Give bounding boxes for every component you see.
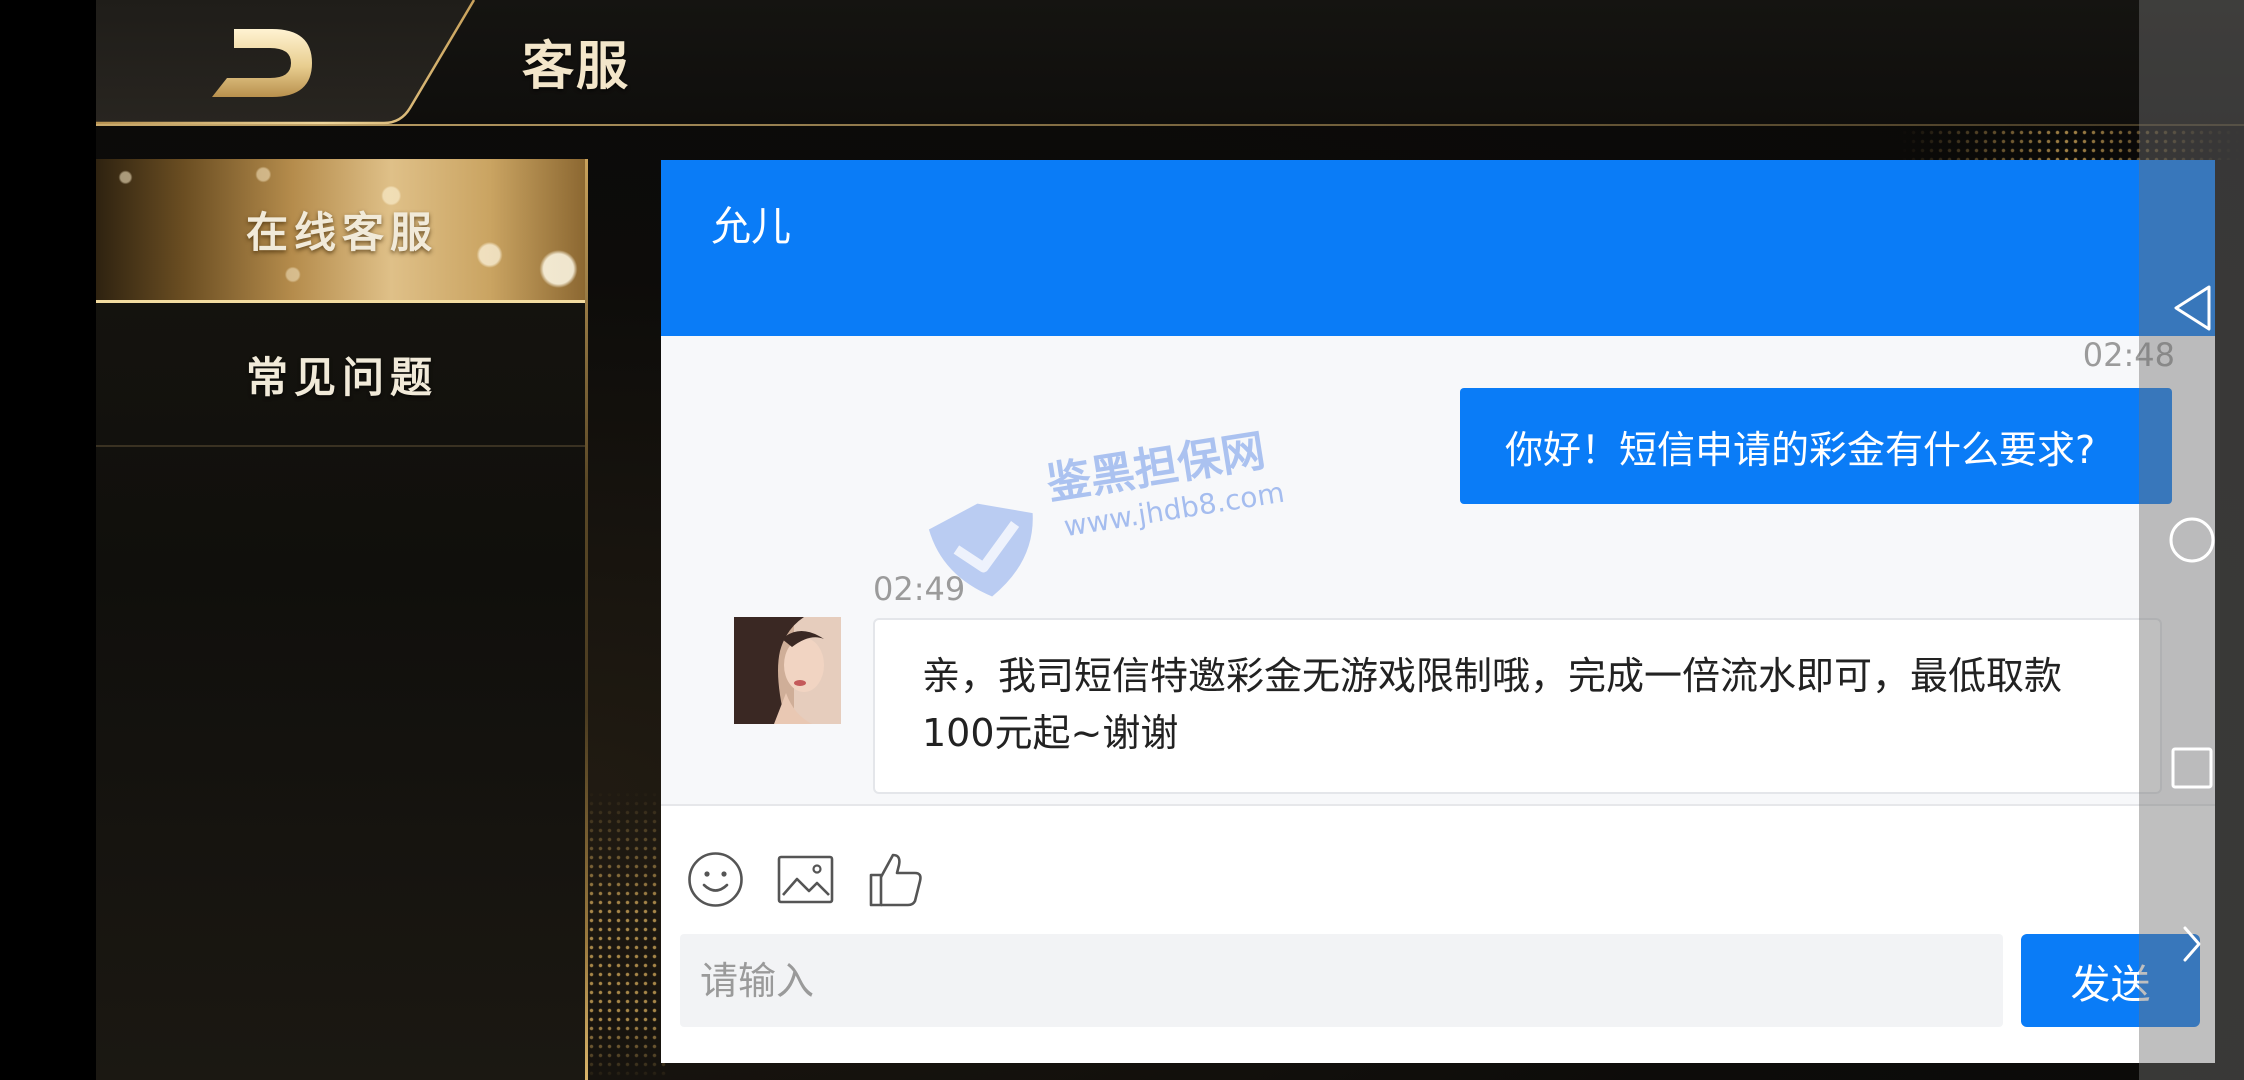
user-message-bubble: 你好！短信申请的彩金有什么要求? [1460, 388, 2172, 504]
sidebar: 在线客服 常见问题 [96, 159, 588, 1080]
back-triangle-icon[interactable] [2172, 284, 2212, 332]
home-circle-icon[interactable] [2168, 516, 2216, 564]
recents-square-icon[interactable] [2170, 746, 2214, 790]
sidebar-item-online-service[interactable]: 在线客服 [96, 159, 588, 303]
agent-message-bubble: 亲，我司短信特邀彩金无游戏限制哦，完成一倍流水即可，最低取款100元起~谢谢 [873, 618, 2162, 794]
image-icon[interactable] [777, 851, 834, 908]
chat-panel: 允儿 02:48 你好！短信申请的彩金有什么要求? 02:49 亲，我司短信特邀… [661, 160, 2215, 1063]
left-black-strip [0, 0, 96, 1080]
sidebar-item-label: 在线客服 [245, 208, 438, 257]
chevron-right-icon[interactable] [2180, 924, 2204, 964]
smiley-icon[interactable] [687, 851, 744, 908]
message-text: 亲，我司短信特邀彩金无游戏限制哦，完成一倍流水即可，最低取款100元起~谢谢 [922, 654, 2063, 755]
thumbs-up-icon[interactable] [867, 851, 924, 908]
message-list[interactable]: 02:48 你好！短信申请的彩金有什么要求? 02:49 亲，我司短信特邀彩金无… [661, 336, 2215, 806]
back-logo-icon[interactable] [212, 29, 312, 97]
chat-header: 允儿 [661, 160, 2215, 336]
message-text: 你好！短信申请的彩金有什么要求? [1505, 427, 2096, 472]
sidebar-item-label: 常见问题 [245, 352, 438, 402]
agent-avatar [734, 617, 841, 724]
sidebar-item-faq[interactable]: 常见问题 [96, 303, 588, 447]
header-gold-divider [96, 124, 2244, 126]
agent-name: 允儿 [711, 204, 791, 250]
message-input[interactable] [680, 934, 2003, 1027]
message-timestamp: 02:49 [873, 570, 966, 608]
page-title: 客服 [522, 37, 631, 97]
system-nav-bar [2139, 0, 2244, 1080]
sidebar-gold-edge [585, 159, 588, 1080]
composer: 发送 [661, 806, 2215, 1063]
top-header: 客服 [96, 0, 2244, 126]
